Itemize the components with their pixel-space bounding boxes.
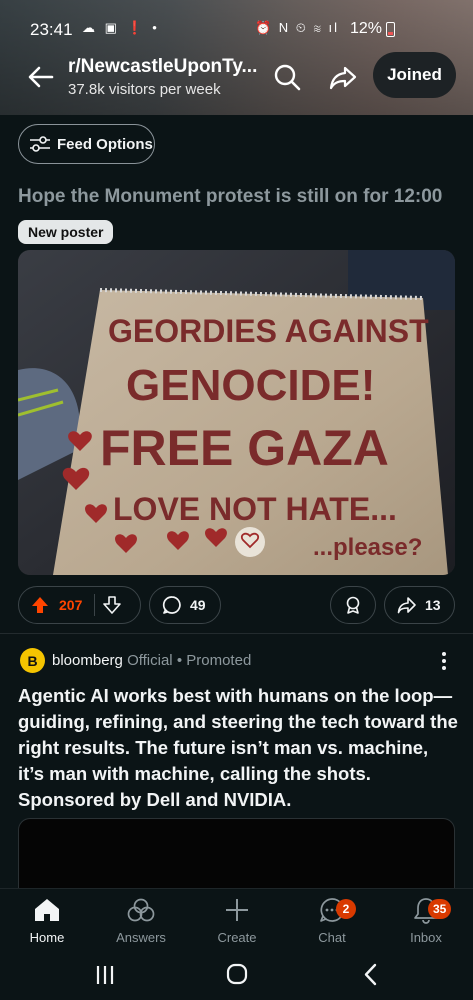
system-status-icons: ⏰ N ⏲ ≋ ıl [255,20,339,35]
share-arrow-icon [397,597,416,614]
protest-sign-photo: GEORDIES AGAINST GENOCIDE! FREE GAZA LOV… [18,250,455,575]
sign-line-2: GENOCIDE! [126,361,375,410]
more-options-icon[interactable] [438,650,450,672]
upvote-icon[interactable] [31,596,49,614]
nav-inbox[interactable]: Inbox 35 [386,895,466,945]
nav-inbox-label: Inbox [410,930,442,945]
ad-meta: bloomberg Official • Promoted [52,652,251,669]
sign-line-3: FREE GAZA [100,420,389,476]
advertiser-avatar[interactable]: B [20,648,45,673]
battery-level: 12% [350,20,383,37]
sign-line-5: ...please? [313,534,422,561]
nav-home-label: Home [29,930,65,945]
downvote-icon[interactable] [103,596,122,614]
joined-button[interactable]: Joined [373,52,456,98]
ad-headline[interactable]: Agentic AI works best with humans on the… [18,683,458,813]
nav-chat[interactable]: Chat 2 [292,895,372,945]
share-count: 13 [425,597,441,613]
sign-line-1: GEORDIES AGAINST [108,313,429,349]
ad-media[interactable] [18,818,455,898]
plus-icon [226,899,248,921]
nav-home[interactable]: Home [7,895,87,945]
sliders-icon [30,136,50,152]
chat-badge: 2 [336,899,356,919]
answers-icon [127,898,155,922]
subreddit-header: 23:41 ☁ ▣ ❗ • ⏰ N ⏲ ≋ ıl 12% r/Newcastle… [0,0,473,115]
nav-answers-label: Answers [116,930,166,945]
home-icon [35,899,59,921]
comment-count: 49 [190,597,206,613]
upvote-count: 207 [59,597,83,613]
nav-create-label: Create [217,930,257,945]
home-system-icon[interactable] [222,962,252,988]
visitor-count: 37.8k visitors per week [68,81,221,98]
feed-options-button[interactable]: Feed Options [18,124,155,164]
share-icon[interactable] [326,60,360,94]
nav-create[interactable]: Create [197,895,277,945]
advertiser-name[interactable]: bloomberg [52,652,123,669]
bottom-navigation: Home Answers Create Chat 2 Inbox 35 [0,888,473,952]
promoted-label: Promoted [186,652,252,669]
back-arrow-icon[interactable] [24,60,58,94]
official-label: Official [127,652,173,669]
subreddit-name[interactable]: r/NewcastleUponTy... [68,56,257,78]
comments-button[interactable]: 49 [149,586,221,624]
subreddit-toolbar: r/NewcastleUponTy... 37.8k visitors per … [0,50,473,105]
sign-line-4: LOVE NOT HATE... [113,491,397,527]
post-image[interactable]: GEORDIES AGAINST GENOCIDE! FREE GAZA LOV… [18,250,455,575]
inbox-badge: 35 [428,899,452,919]
feed-options-label: Feed Options [57,135,153,153]
new-poster-flair: New poster [18,220,114,244]
search-icon[interactable] [270,60,304,94]
notification-icons: ☁ ▣ ❗ • [82,20,160,35]
vote-separator [94,594,96,616]
comment-icon [162,596,181,614]
award-icon [346,596,360,614]
battery-icon [386,22,395,37]
system-navigation-bar [0,952,473,1000]
vote-control: 207 [18,586,141,624]
recent-apps-icon[interactable] [90,962,120,988]
post-title[interactable]: Hope the Monument protest is still on fo… [18,186,458,208]
award-button[interactable] [330,586,376,624]
post-divider [0,633,473,634]
nav-answers[interactable]: Answers [101,895,181,945]
meta-separator: • [176,652,183,669]
back-system-icon[interactable] [356,962,386,988]
post-actions: 207 49 13 [18,586,455,624]
share-button[interactable]: 13 [384,586,455,624]
nav-chat-label: Chat [318,930,346,945]
status-time: 23:41 [30,20,73,39]
